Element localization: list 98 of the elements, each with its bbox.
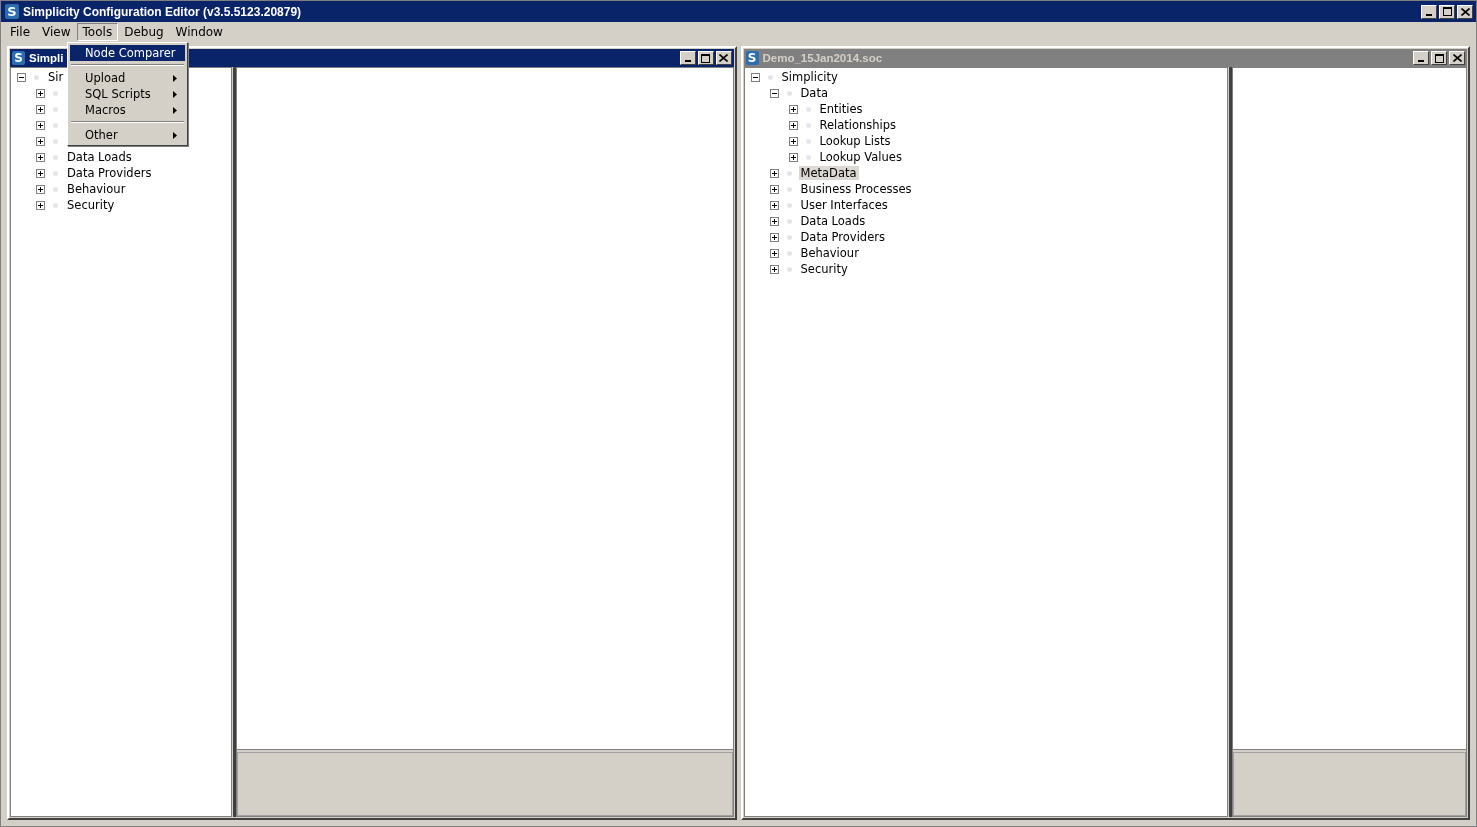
splitter-handle[interactable]: [1227, 67, 1232, 817]
node-icon: [53, 202, 58, 208]
expand-toggle[interactable]: [769, 184, 779, 194]
tree-item[interactable]: Business Processes: [798, 182, 914, 196]
expand-toggle[interactable]: [36, 184, 45, 194]
minimize-icon: [1426, 13, 1432, 16]
collapse-toggle[interactable]: [750, 72, 760, 82]
tree-item[interactable]: Behaviour: [798, 246, 861, 260]
node-icon: [786, 202, 792, 208]
close-icon: [1452, 54, 1462, 62]
menu-option[interactable]: Node Comparer: [70, 45, 185, 61]
node-icon: [53, 154, 58, 160]
tree-item[interactable]: MetaData: [798, 166, 859, 180]
tree-item[interactable]: User Interfaces: [798, 198, 890, 212]
node-icon: [786, 218, 792, 224]
node-icon: [786, 266, 792, 272]
menu-item[interactable]: Tools: [76, 23, 119, 41]
node-icon: [805, 154, 811, 160]
maximize-icon: [1434, 53, 1444, 63]
window-title: Simplicity Configuration Editor (v3.5.5123.20879): [23, 4, 303, 19]
node-icon: [805, 138, 811, 144]
close-icon: [719, 54, 728, 62]
node-icon: [53, 122, 58, 128]
menu-option[interactable]: Macros: [70, 102, 185, 118]
expand-toggle[interactable]: [788, 136, 798, 146]
minimize-button[interactable]: [679, 51, 696, 65]
close-icon: [1460, 7, 1470, 16]
document-title: Demo_15Jan2014.soc: [762, 52, 883, 64]
expand-toggle[interactable]: [769, 168, 779, 178]
menu-option[interactable]: Upload: [70, 70, 185, 86]
minimize-button[interactable]: [1413, 51, 1429, 65]
close-button[interactable]: [1449, 51, 1465, 65]
tree-item[interactable]: Security: [65, 198, 117, 212]
close-button[interactable]: [715, 51, 732, 65]
expand-toggle[interactable]: [36, 104, 45, 114]
node-icon: [53, 170, 58, 176]
maximize-button[interactable]: [1439, 4, 1455, 19]
node-icon: [53, 186, 58, 192]
tree-item[interactable]: Data: [798, 86, 830, 100]
minimize-icon: [1418, 60, 1424, 62]
tree-item[interactable]: Data Providers: [798, 230, 887, 244]
menu-option[interactable]: Other: [70, 127, 185, 143]
expand-toggle[interactable]: [36, 120, 45, 130]
document-logo: S: [12, 51, 25, 65]
tree-item[interactable]: Behaviour: [65, 182, 128, 196]
node-icon: [767, 74, 773, 80]
node-icon: [786, 170, 792, 176]
document-title: Simpli: [29, 52, 64, 64]
expand-toggle[interactable]: [769, 216, 779, 226]
expand-toggle[interactable]: [36, 168, 45, 178]
document-logo: S: [745, 51, 759, 65]
node-icon: [786, 90, 792, 96]
expand-toggle[interactable]: [788, 120, 798, 130]
node-icon: [786, 234, 792, 240]
menu-item[interactable]: File: [4, 23, 37, 41]
tree-item[interactable]: Lookup Lists: [817, 134, 893, 148]
maximize-icon: [701, 53, 710, 63]
close-button[interactable]: [1457, 4, 1473, 19]
node-icon: [53, 106, 58, 112]
collapse-toggle[interactable]: [17, 72, 26, 82]
node-icon: [786, 186, 792, 192]
minimize-button[interactable]: [1421, 4, 1437, 19]
node-icon: [34, 74, 39, 80]
tree-item[interactable]: Sir: [46, 70, 66, 84]
expand-toggle[interactable]: [769, 264, 779, 274]
maximize-button[interactable]: [697, 51, 714, 65]
menu-item[interactable]: View: [36, 23, 77, 41]
expand-toggle[interactable]: [788, 104, 798, 114]
collapse-toggle[interactable]: [769, 88, 779, 98]
expand-toggle[interactable]: [36, 136, 45, 146]
tree-item[interactable]: Data Providers: [65, 166, 154, 180]
tree-item[interactable]: Lookup Values: [817, 150, 904, 164]
menu-item[interactable]: Window: [169, 23, 229, 41]
maximize-icon: [1442, 7, 1452, 16]
expand-toggle[interactable]: [788, 152, 798, 162]
app-logo: S: [5, 4, 19, 19]
expand-toggle[interactable]: [36, 88, 45, 98]
expand-toggle[interactable]: [769, 232, 779, 242]
minimize-icon: [684, 60, 691, 62]
expand-toggle[interactable]: [36, 152, 45, 162]
tree-item[interactable]: Security: [798, 262, 850, 276]
menu-item[interactable]: Debug: [118, 23, 170, 41]
node-icon: [805, 106, 811, 112]
expand-toggle[interactable]: [769, 248, 779, 258]
tree-item[interactable]: Entities: [817, 102, 865, 116]
node-icon: [53, 90, 58, 96]
node-icon: [805, 122, 811, 128]
expand-toggle[interactable]: [769, 200, 779, 210]
node-icon: [53, 138, 58, 144]
splitter-handle[interactable]: [232, 67, 236, 817]
node-icon: [786, 250, 792, 256]
tree-item[interactable]: Relationships: [817, 118, 899, 132]
tree-item[interactable]: Data Loads: [65, 150, 134, 164]
menu-option[interactable]: SQL Scripts: [70, 86, 185, 102]
tree-item[interactable]: Data Loads: [798, 214, 868, 228]
tree-item[interactable]: Simplicity: [779, 70, 840, 84]
maximize-button[interactable]: [1431, 51, 1447, 65]
expand-toggle[interactable]: [36, 200, 45, 210]
